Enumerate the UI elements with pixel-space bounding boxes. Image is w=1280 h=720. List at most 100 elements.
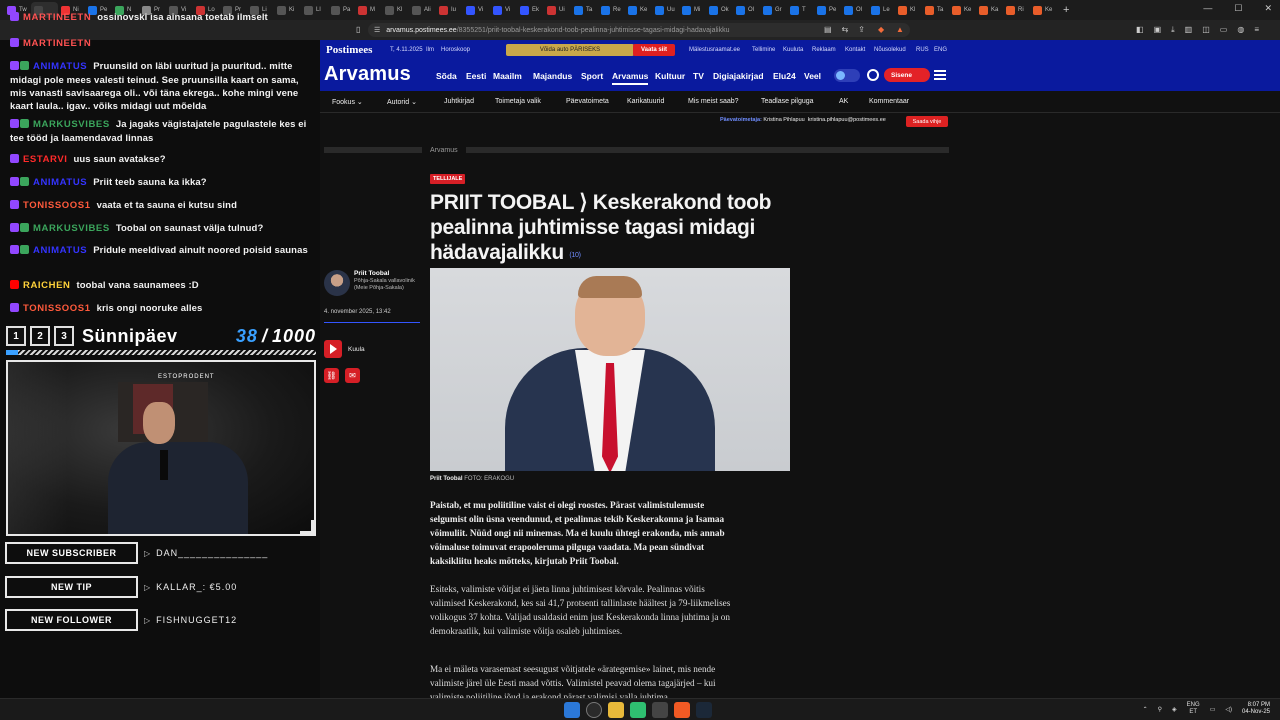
top-link[interactable]: Kontakt	[845, 47, 865, 53]
top-link[interactable]: Tellimine	[752, 47, 775, 53]
nav-item[interactable]: Elu24	[773, 71, 796, 81]
browser-tab[interactable]: Ke	[625, 2, 652, 18]
bookmark-icon[interactable]: ▯	[356, 25, 360, 34]
author-name[interactable]: Priit Toobal	[354, 270, 389, 277]
section-label[interactable]: Arvamus	[430, 147, 458, 154]
minimize-icon[interactable]: —	[1203, 3, 1212, 14]
volume-icon[interactable]: ◁)	[1225, 706, 1232, 713]
login-button[interactable]: Sisene	[884, 68, 930, 82]
nav-more[interactable]: Veel	[804, 71, 821, 81]
nav-item[interactable]: Sõda	[436, 71, 457, 81]
nav-item[interactable]: TV	[693, 71, 704, 81]
weather-link[interactable]: Ilm	[426, 47, 434, 53]
top-link[interactable]: Nõusolekud	[874, 47, 906, 53]
browser-tab[interactable]: Ke	[949, 2, 976, 18]
browser-tab[interactable]: Ri	[1003, 2, 1030, 18]
browser-tab[interactable]: Ui	[544, 2, 571, 18]
subnav-item[interactable]: Fookus ⌄	[332, 98, 363, 106]
nav-item-active[interactable]: Arvamus	[612, 71, 649, 85]
promo-banner[interactable]: Võida auto PÄRISEKS	[506, 44, 634, 56]
subnav-item[interactable]: Toimetaja valik	[495, 98, 541, 105]
share-icon[interactable]: ⇪	[858, 25, 865, 34]
search-icon[interactable]	[867, 69, 879, 81]
top-link[interactable]: ENG	[934, 47, 947, 53]
profile-icon[interactable]: ◍	[1237, 25, 1244, 35]
rewards-icon[interactable]: ▲	[896, 25, 904, 34]
steam-icon[interactable]	[696, 702, 712, 718]
download-icon[interactable]: ⤓	[1171, 25, 1175, 35]
browser-tab[interactable]: Le	[868, 2, 895, 18]
browser-tab[interactable]: Ol	[841, 2, 868, 18]
reader-icon[interactable]: ▤	[824, 25, 832, 34]
browser-tab[interactable]: Uu	[652, 2, 679, 18]
search-icon[interactable]	[586, 702, 602, 718]
language-indicator[interactable]: ENG ET	[1187, 702, 1200, 716]
section-logo[interactable]: Arvamus	[324, 63, 411, 86]
article-photo[interactable]	[430, 268, 790, 471]
top-link[interactable]: Mälestusraamat.ee	[689, 47, 740, 53]
chevron-up-icon[interactable]: ⌃	[1143, 706, 1148, 713]
pin-icon[interactable]: ⚲	[1158, 706, 1162, 713]
browser-tab[interactable]: Vi	[463, 2, 490, 18]
browser-tab[interactable]: Kl	[895, 2, 922, 18]
split-view-icon[interactable]: ◫	[1202, 25, 1210, 35]
theme-toggle[interactable]	[834, 69, 860, 82]
top-link[interactable]: Kuuluta	[783, 47, 803, 53]
subnav-item[interactable]: Karikatuurid	[627, 98, 664, 105]
subnav-item[interactable]: Päevatoimeta	[566, 98, 609, 105]
browser-tab[interactable]: Pa	[328, 2, 355, 18]
browser-tab[interactable]: Ta	[922, 2, 949, 18]
file-explorer-icon[interactable]	[608, 702, 624, 718]
browser-tab[interactable]: Ok	[706, 2, 733, 18]
browser-tab[interactable]: Ek	[517, 2, 544, 18]
subnav-item[interactable]: Kommentaar	[869, 98, 909, 105]
terminal-icon[interactable]	[652, 702, 668, 718]
browser-tab[interactable]: Ol	[733, 2, 760, 18]
maximize-icon[interactable]: ☐	[1234, 3, 1242, 14]
start-icon[interactable]	[564, 702, 580, 718]
subnav-item[interactable]: Teadlase pilguga	[761, 98, 814, 105]
postimees-logo[interactable]: Postimees	[326, 44, 372, 56]
nav-item[interactable]: Eesti	[466, 71, 486, 81]
link-icon[interactable]: ⛓	[324, 368, 339, 383]
new-tab-button[interactable]: +	[1063, 4, 1069, 16]
subnav-item[interactable]: Juhtkirjad	[444, 98, 474, 105]
translate-icon[interactable]: ⇆	[842, 25, 849, 34]
hamburger-menu-icon[interactable]	[934, 70, 946, 80]
nav-item[interactable]: Sport	[581, 71, 603, 81]
subnav-item[interactable]: AK	[839, 98, 848, 105]
browser-tab[interactable]: Ke	[1030, 2, 1057, 18]
site-settings-icon[interactable]: ☰	[374, 26, 380, 34]
browser-tab[interactable]: Ka	[976, 2, 1003, 18]
brave-shield-icon[interactable]: ◆	[878, 25, 884, 34]
listen-button[interactable]: Kuula	[324, 340, 365, 358]
network-icon[interactable]: ▭	[1210, 706, 1216, 713]
browser-tab[interactable]: Pe	[814, 2, 841, 18]
send-tip-button[interactable]: Saada vihje	[906, 116, 948, 127]
wallet-icon[interactable]: ▭	[1220, 25, 1228, 35]
browser-tab[interactable]: Re	[598, 2, 625, 18]
nav-item[interactable]: Maailm	[493, 71, 522, 81]
app-tray-icon[interactable]: ◈	[1172, 706, 1177, 713]
browser-tab[interactable]: Gr	[760, 2, 787, 18]
browser-tab[interactable]: Kl	[382, 2, 409, 18]
browser-tab[interactable]: Mi	[679, 2, 706, 18]
nav-item[interactable]: Kultuur	[655, 71, 685, 81]
close-icon[interactable]: ✕	[1264, 3, 1272, 14]
browser-tab[interactable]: M	[355, 2, 382, 18]
browser-tab[interactable]: Iu	[436, 2, 463, 18]
extension-icon[interactable]: ◧	[1136, 25, 1144, 35]
browser-tab[interactable]: T	[787, 2, 814, 18]
sidebar-icon[interactable]: ▣	[1154, 25, 1162, 35]
top-link[interactable]: RUS	[916, 47, 929, 53]
email-icon[interactable]: ✉	[345, 368, 360, 383]
subnav-item[interactable]: Mis meist saab?	[688, 98, 739, 105]
comment-count[interactable]: (10)	[569, 252, 581, 259]
horoscope-link[interactable]: Horoskoop	[441, 47, 470, 53]
browser-tab[interactable]: Ta	[571, 2, 598, 18]
subnav-item[interactable]: Autorid ⌄	[387, 98, 417, 106]
nav-item[interactable]: Majandus	[533, 71, 572, 81]
browser-tab[interactable]: Ali	[409, 2, 436, 18]
tabs-icon[interactable]: ▥	[1185, 25, 1193, 35]
editor-email[interactable]: kristina.pihlapuu@postimees.ee	[808, 117, 886, 123]
